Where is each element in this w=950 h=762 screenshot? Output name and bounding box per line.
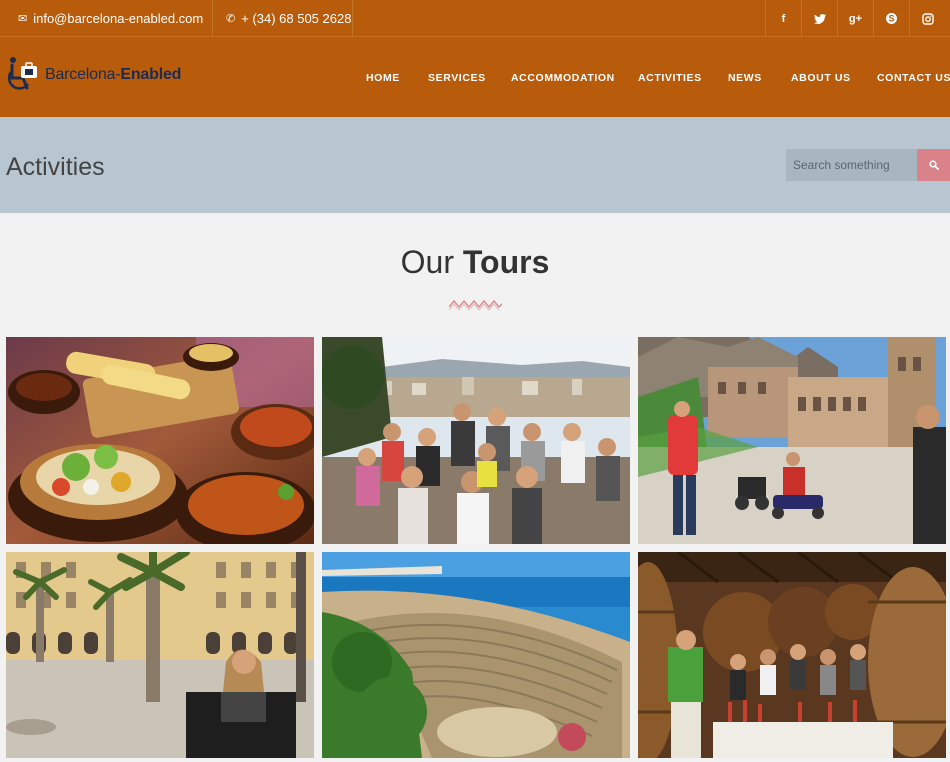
twitter-icon[interactable] bbox=[801, 0, 837, 37]
top-contact-bar: ✉ info@barcelona-enabled.com ✆ + (34) 68… bbox=[0, 0, 950, 37]
svg-text:S: S bbox=[888, 14, 894, 24]
facebook-icon[interactable]: f bbox=[765, 0, 801, 37]
envelope-icon: ✉ bbox=[18, 13, 28, 25]
search-input[interactable] bbox=[786, 149, 917, 181]
brand-name[interactable]: Barcelona-Enabled bbox=[45, 66, 181, 84]
google-plus-icon[interactable]: g+ bbox=[837, 0, 873, 37]
wheelchair-suitcase-logo-icon bbox=[7, 57, 37, 90]
page-title-band: Activities bbox=[0, 117, 950, 213]
tour-tapas-food[interactable] bbox=[6, 337, 314, 544]
section-heading: Our Tours bbox=[0, 244, 950, 281]
nav-services[interactable]: SERVICES bbox=[428, 72, 486, 84]
facebook-glyph: f bbox=[781, 12, 786, 25]
monastery-image bbox=[638, 337, 946, 544]
winery-cellar-image bbox=[638, 552, 946, 758]
group-viewpoint-image bbox=[322, 337, 630, 544]
skype-icon[interactable]: S bbox=[873, 0, 909, 37]
search-icon bbox=[928, 160, 939, 170]
contact-email-text[interactable]: info@barcelona-enabled.com bbox=[33, 11, 203, 26]
section-heading-bold: Tours bbox=[462, 244, 550, 280]
nav-activities[interactable]: ACTIVITIES bbox=[638, 72, 702, 84]
page-title: Activities bbox=[6, 153, 105, 181]
phone-icon: ✆ bbox=[226, 13, 236, 25]
google-plus-glyph: g+ bbox=[848, 12, 863, 25]
section-heading-light: Our bbox=[400, 244, 463, 280]
zigzag-divider-icon bbox=[449, 299, 502, 310]
placa-reial-image bbox=[6, 552, 314, 758]
contact-email[interactable]: ✉ info@barcelona-enabled.com bbox=[0, 0, 213, 37]
contact-phone-text[interactable]: + (34) 68 505 2628 bbox=[241, 11, 351, 26]
brand-logo[interactable]: Barcelona-Enabled bbox=[6, 55, 181, 95]
amphitheatre-image bbox=[322, 552, 630, 758]
nav-home[interactable]: HOME bbox=[366, 72, 400, 84]
nav-about-us[interactable]: ABOUT US bbox=[791, 72, 851, 84]
skype-logo-icon: S bbox=[886, 13, 897, 24]
nav-news[interactable]: NEWS bbox=[728, 72, 762, 84]
nav-contact-us[interactable]: CONTACT US bbox=[877, 72, 950, 84]
tour-placa-reial[interactable] bbox=[6, 552, 314, 758]
contact-phone[interactable]: ✆ + (34) 68 505 2628 bbox=[213, 0, 353, 37]
tour-winery-cellar[interactable] bbox=[638, 552, 946, 758]
tour-montserrat-monastery[interactable] bbox=[638, 337, 946, 544]
twitter-bird-icon bbox=[813, 13, 826, 24]
instagram-icon[interactable] bbox=[909, 0, 945, 37]
main-navbar: Barcelona-Enabled HOME SERVICES ACCOMMOD… bbox=[0, 37, 950, 117]
tour-tarragona-amphitheatre[interactable] bbox=[322, 552, 630, 758]
tapas-food-image bbox=[6, 337, 314, 544]
instagram-camera-icon bbox=[921, 12, 934, 25]
brand-name-light: Barcelona- bbox=[45, 66, 121, 83]
search-button[interactable] bbox=[917, 149, 950, 181]
nav-accommodation[interactable]: ACCOMMODATION bbox=[511, 72, 615, 84]
tour-group-viewpoint[interactable] bbox=[322, 337, 630, 544]
brand-name-bold: Enabled bbox=[120, 66, 182, 83]
